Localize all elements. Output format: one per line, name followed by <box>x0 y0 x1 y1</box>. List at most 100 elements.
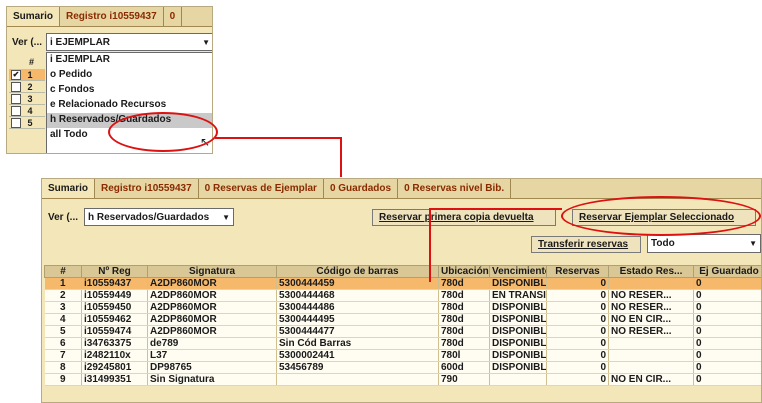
table-cell: 780d <box>438 325 490 338</box>
mini-row[interactable]: 5 <box>9 117 45 129</box>
column-header[interactable]: Reservas <box>546 265 609 278</box>
table-cell: 5300444495 <box>276 313 439 326</box>
row-checkbox[interactable] <box>11 81 21 92</box>
view-label: Ver (... <box>12 37 43 48</box>
option-ejemplar[interactable]: i EJEMPLAR <box>47 53 212 68</box>
table-cell: 0 <box>546 373 609 386</box>
table-cell: 5300444468 <box>276 289 439 302</box>
table-cell: NO EN CIR... <box>608 313 694 326</box>
tab-sumario[interactable]: Sumario <box>7 7 61 26</box>
mini-row[interactable]: 2 <box>9 81 45 93</box>
table-cell: DISPONIBLE <box>489 349 547 362</box>
table-cell: 0 <box>546 349 609 362</box>
table-cell: 0 <box>693 361 761 374</box>
tab-registro[interactable]: Registro i10559437 <box>95 179 199 198</box>
table-cell: i10559462 <box>81 313 148 326</box>
table-row[interactable]: 2 i10559449 A2DP860MOR 5300444468 780d EN TRA… <box>44 289 761 302</box>
column-header[interactable]: Estado Res... <box>608 265 694 278</box>
view-select[interactable]: h Reservados/Guardados ▼ <box>84 208 234 226</box>
table-cell: 780l <box>438 349 490 362</box>
table-row[interactable]: 9 i31499351 Sin Signatura 790 0 NO EN CIR... 0 <box>44 373 761 386</box>
column-header[interactable]: Código de barras <box>276 265 439 278</box>
filter-select[interactable]: Todo ▼ <box>647 234 761 253</box>
table-row[interactable]: 3 i10559450 A2DP860MOR 5300444486 780d DISPON… <box>44 301 761 314</box>
row-checkbox[interactable] <box>11 117 21 128</box>
view-label: Ver (... <box>48 212 79 223</box>
connector-line <box>215 137 342 139</box>
table-cell <box>608 337 694 350</box>
tab-other[interactable]: 0 <box>164 7 183 26</box>
table-cell: 9 <box>44 373 82 386</box>
table-cell: 0 <box>693 277 761 290</box>
table-cell: 5300444477 <box>276 325 439 338</box>
table-row[interactable]: 4 i10559462 A2DP860MOR 5300444495 780d DISPON… <box>44 313 761 326</box>
table-cell: 780d <box>438 277 490 290</box>
column-header[interactable]: Signatura <box>147 265 277 278</box>
highlight-ellipse-button <box>561 196 761 236</box>
row-checkbox[interactable] <box>11 105 21 116</box>
table-cell: de789 <box>147 337 277 350</box>
table-cell <box>276 373 439 386</box>
tab-registro[interactable]: Registro i10559437 <box>60 7 164 26</box>
table-cell: 5300444459 <box>276 277 439 290</box>
table-cell: 780d <box>438 301 490 314</box>
mini-row[interactable]: ✔ 1 <box>9 69 45 81</box>
table-row[interactable]: 1 i10559437 A2DP860MOR 5300444459 780d DISPON… <box>44 277 761 290</box>
table-row[interactable]: 7i2482110xL375300002441780lDISPONIBLE00 <box>44 349 761 362</box>
table-cell: A2DP860MOR <box>147 301 277 314</box>
option-pedido[interactable]: o Pedido <box>47 68 212 83</box>
reserve-first-copy-button[interactable]: Reservar primera copia devuelta <box>372 209 556 226</box>
tab-guardados[interactable]: 0 Guardados <box>324 179 399 198</box>
column-hash: # <box>29 57 35 67</box>
table-cell: 0 <box>693 313 761 326</box>
table-cell: 2 <box>44 289 82 302</box>
table-cell: i10559449 <box>81 289 148 302</box>
table-cell: 53456789 <box>276 361 439 374</box>
table-cell: DP98765 <box>147 361 277 374</box>
table-row[interactable]: 8i29245801DP9876553456789600dDISPONIBLE0… <box>44 361 761 374</box>
tab-reservas-ejemplar[interactable]: 0 Reservas de Ejemplar <box>199 179 324 198</box>
table-row[interactable]: 5 i10559474 A2DP860MOR 5300444477 780d DISPON… <box>44 325 761 338</box>
chevron-down-icon: ▼ <box>749 239 757 248</box>
table-cell: 0 <box>546 361 609 374</box>
table-cell: 7 <box>44 349 82 362</box>
table-row[interactable]: 6 i34763375 de789 Sin Cód Barras 780d DISPONI… <box>44 337 761 350</box>
option-fondos[interactable]: c Fondos <box>47 83 212 98</box>
table-cell: i2482110x <box>81 349 148 362</box>
table-cell: DISPONIBLE <box>489 277 547 290</box>
column-header[interactable]: # <box>44 265 82 278</box>
table-cell: A2DP860MOR <box>147 277 277 290</box>
table-cell: 790 <box>438 373 490 386</box>
transfer-reservations-button[interactable]: Transferir reservas <box>531 236 641 253</box>
view-select[interactable]: i EJEMPLAR ▼ <box>46 33 212 51</box>
table-cell: Sin Cód Barras <box>276 337 439 350</box>
row-checkbox[interactable]: ✔ <box>11 69 21 80</box>
table-cell: 0 <box>546 277 609 290</box>
option-relacionado[interactable]: e Relacionado Recursos <box>47 98 212 113</box>
table-cell: 0 <box>693 349 761 362</box>
table-cell: i29245801 <box>81 361 148 374</box>
table-cell: 0 <box>693 289 761 302</box>
table-cell: 780d <box>438 337 490 350</box>
tab-bar: Sumario Registro i10559437 0 <box>7 7 212 27</box>
column-header[interactable]: Ej Guardado <box>693 265 761 278</box>
chevron-down-icon: ▼ <box>222 212 230 222</box>
tab-sumario[interactable]: Sumario <box>42 179 96 198</box>
table-cell: A2DP860MOR <box>147 289 277 302</box>
column-header[interactable]: Vencimiento <box>489 265 547 278</box>
table-cell: 780d <box>438 313 490 326</box>
chevron-down-icon: ▼ <box>202 37 210 47</box>
table-cell: 0 <box>546 301 609 314</box>
column-header[interactable]: Nº Reg <box>81 265 148 278</box>
mini-row[interactable]: 3 <box>9 93 45 105</box>
table-cell <box>608 349 694 362</box>
table-cell: 5 <box>44 325 82 338</box>
table-cell: 0 <box>693 301 761 314</box>
tab-reservas-bib[interactable]: 0 Reservas nivel Bib. <box>398 179 512 198</box>
table-cell <box>608 361 694 374</box>
row-checkbox[interactable] <box>11 93 21 104</box>
table-cell: 600d <box>438 361 490 374</box>
table-cell: 6 <box>44 337 82 350</box>
mini-row[interactable]: 4 <box>9 105 45 117</box>
column-header[interactable]: Ubicación <box>438 265 490 278</box>
